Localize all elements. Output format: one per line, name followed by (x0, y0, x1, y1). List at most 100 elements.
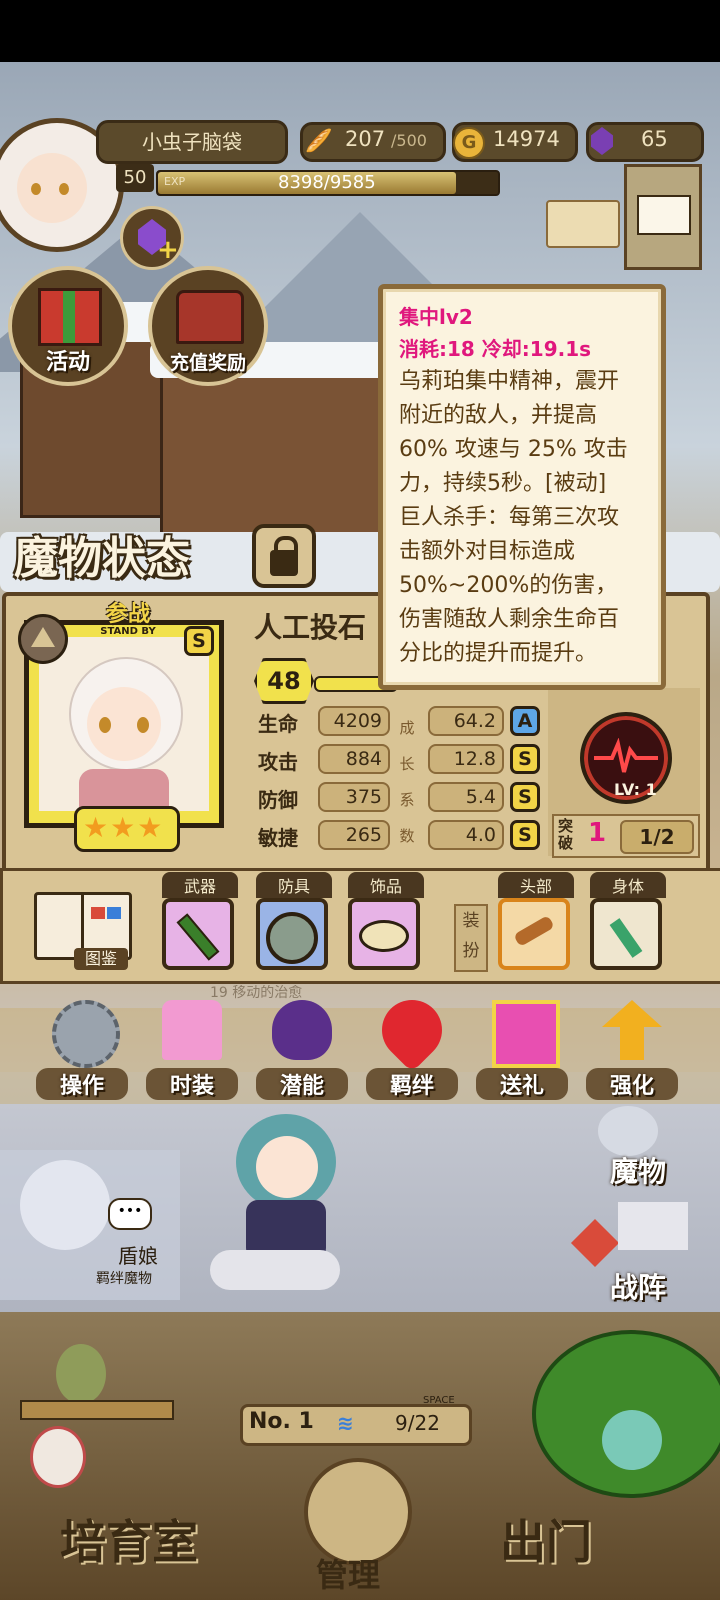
formation-button[interactable]: 战阵 (570, 1196, 698, 1316)
lock-button[interactable] (252, 524, 316, 588)
stats-table: 生命 4209 64.2 A 攻击 884 12.8 S 防御 375 5.4 S 敏捷 265 4.0 S … (258, 706, 548, 856)
avatar-eye (31, 183, 41, 195)
armor-slot[interactable] (256, 898, 328, 970)
body-slot[interactable] (590, 898, 662, 970)
growth-char: 数 (399, 827, 415, 845)
menu-label: 羁绊 (366, 1068, 458, 1100)
monster-group-icon (598, 1106, 658, 1156)
accessory-slot-group: 饰品 (348, 872, 424, 970)
stand-by-en: STAND BY (100, 626, 156, 637)
menu-button-6[interactable]: 强化 (580, 994, 684, 1100)
egg-icon (30, 1426, 86, 1488)
npc-name: 盾娘 (118, 1244, 158, 1268)
scroll-icon[interactable] (546, 200, 620, 248)
menu-label: 送礼 (476, 1068, 568, 1100)
gift-icon (492, 1000, 560, 1068)
monster-portrait (39, 637, 209, 811)
monster-level-badge: 48 (254, 658, 314, 704)
exp-label: EXP (164, 175, 186, 188)
growth-char: 系 (399, 791, 415, 809)
player-level: 50 (123, 167, 147, 188)
menu-label: 强化 (586, 1068, 678, 1100)
monster-body (79, 769, 169, 811)
nursery-shelf[interactable] (0, 1330, 200, 1510)
accessory-label: 饰品 (348, 872, 424, 898)
buy-gems-button[interactable]: + (120, 206, 184, 270)
codex-button[interactable]: 图鉴 (30, 886, 132, 972)
monster-character[interactable] (200, 1100, 370, 1300)
stamina-bar[interactable]: 🥖 207 /500 (300, 122, 446, 162)
head-label: 头部 (498, 872, 574, 898)
tooltip-line: 50%~200%的伤害， (399, 573, 618, 598)
player-name-bar[interactable]: 小虫子脑袋 (96, 120, 288, 164)
activity-button[interactable]: 活动 (8, 266, 128, 386)
clothing-icon (162, 1000, 222, 1060)
skill-level: LV: 1 (614, 780, 657, 799)
breakthrough-progress-box[interactable]: 1/2 (620, 820, 694, 854)
menu-button-5[interactable]: 送礼 (470, 994, 574, 1100)
gem-value: 65 (641, 127, 668, 151)
exit-tree[interactable] (522, 1320, 720, 1520)
crossed-swords-icon (570, 1218, 620, 1268)
monster-level: 48 (267, 667, 301, 695)
head-accessory-icon (513, 914, 555, 948)
egg-icon (56, 1344, 106, 1404)
menu-button-1[interactable]: 操作 (30, 994, 134, 1100)
nursery-button[interactable]: 培育室 (40, 1500, 240, 1600)
menu-button-2[interactable]: 时装 (140, 994, 244, 1100)
recharge-label: 充值奖励 (169, 352, 246, 374)
formation-label: 战阵 (609, 1271, 666, 1304)
breakthrough-label: 突破 (558, 817, 574, 852)
star-rating: ★★★ (74, 806, 180, 852)
head-slot[interactable] (498, 898, 570, 970)
exit-button[interactable]: 出门 (480, 1500, 680, 1600)
menu-button-3[interactable]: 潜能 (250, 994, 354, 1100)
star-icons: ★★★ (83, 811, 165, 844)
rank-label: No. 1 (249, 1409, 314, 1434)
stat-value: 884 (318, 744, 390, 774)
rank-grade-badge: S (184, 626, 214, 656)
player-name: 小虫子脑袋 (142, 130, 242, 154)
breakthrough-row: 突破 1 1/2 (552, 814, 700, 858)
monster-status-title: 魔物状态 (14, 533, 190, 584)
avatar-eye (59, 183, 69, 195)
monster-status-title-bar: 魔物状态 (4, 520, 244, 586)
gem-bar[interactable]: 65 (586, 122, 704, 162)
menu-button-4[interactable]: 羁绊 (360, 987, 464, 1100)
body-slot-group: 身体 (590, 872, 666, 970)
codex-label: 图鉴 (74, 948, 128, 970)
stat-value: 375 (318, 782, 390, 812)
ribbon (63, 291, 75, 343)
menu-label: 时装 (146, 1068, 238, 1100)
accessory-slot[interactable] (348, 898, 420, 970)
weapon-slot[interactable] (162, 898, 234, 970)
tooltip-cost-cooldown: 消耗:18 冷却:19.1s (399, 337, 592, 361)
monster-list-button[interactable]: 魔物 (578, 1106, 698, 1190)
mail-button[interactable] (624, 164, 702, 270)
stat-value: 4209 (318, 706, 390, 736)
gift-box-icon (38, 288, 102, 346)
treasure-chest-icon (176, 290, 244, 344)
gear-icon (52, 1000, 120, 1068)
npc-shield-girl[interactable]: ••• 盾娘 羁绊魔物 (0, 1150, 180, 1300)
mountain-icon (31, 627, 55, 647)
staff-icon (176, 913, 220, 961)
dress-up-label: 装扮 (462, 911, 480, 961)
gold-bar[interactable]: G 14974 (452, 122, 578, 162)
nursery-label: 培育室 (60, 1515, 198, 1569)
tooltip-line: 附近的敌人，并提高 (399, 403, 598, 428)
shield-icon (266, 912, 318, 964)
monster-eye (99, 717, 111, 733)
manage-button[interactable]: 管理 (286, 1450, 436, 1600)
eye-charm-icon (359, 920, 409, 952)
recharge-reward-button[interactable]: 充值奖励 (148, 266, 268, 386)
armor-label: 防具 (256, 872, 332, 898)
breakthrough-progress: 1/2 (639, 825, 675, 849)
monster-list-label: 魔物 (609, 1155, 666, 1188)
stand-by-banner: 参战 STAND BY (70, 604, 186, 638)
space-value: 9/22 (395, 1411, 440, 1435)
weapon-slot-group: 武器 (162, 872, 238, 970)
skill-button[interactable]: LV: 1 (580, 712, 672, 804)
lock-shackle (274, 536, 298, 558)
breakthrough-value: 1 (588, 818, 607, 848)
